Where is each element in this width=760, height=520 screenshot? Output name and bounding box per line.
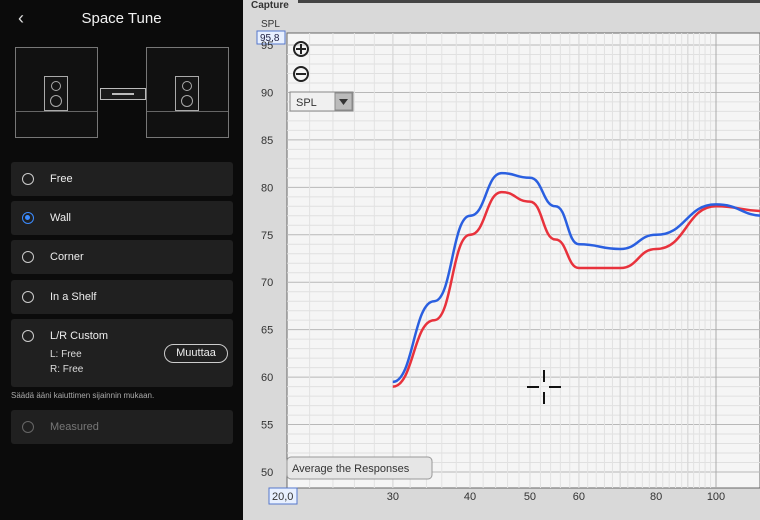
y-tick-label: 95 <box>261 40 273 52</box>
page-title: Space Tune <box>81 10 162 27</box>
spl-dropdown[interactable]: SPL <box>289 91 354 112</box>
radio-icon[interactable] <box>22 173 34 185</box>
x-tick-label: 60 <box>573 491 585 503</box>
speaker-icon <box>44 76 68 111</box>
y-tick-label: 75 <box>261 230 273 242</box>
option-wall[interactable]: Wall <box>11 201 233 235</box>
x-tick-label: 40 <box>464 491 476 503</box>
x-tick-label: 80 <box>650 491 662 503</box>
option-corner[interactable]: Corner <box>11 240 233 274</box>
y-tick-label: 70 <box>261 277 273 289</box>
radio-selected-icon[interactable] <box>22 212 34 224</box>
spl-label: SPL <box>261 19 280 30</box>
left-speaker-illustration <box>15 47 98 138</box>
average-button-label: Average the Responses <box>292 463 410 475</box>
speaker-icon <box>175 76 199 111</box>
x-tick-label: 50 <box>524 491 536 503</box>
left-setting: L: Free <box>50 349 82 360</box>
hint-text: Säädä ääni kaiuttimen sijainnin mukaan. <box>11 391 155 400</box>
y-tick-label: 50 <box>261 467 273 479</box>
right-setting: R: Free <box>50 364 84 375</box>
y-tick-label: 55 <box>261 420 273 432</box>
right-speaker-illustration <box>146 47 229 138</box>
radio-icon[interactable] <box>22 330 34 342</box>
option-lr-custom[interactable]: L/R Custom L: Free R: Free Muuttaa <box>11 319 233 387</box>
header: ‹ Space Tune <box>0 0 243 36</box>
freq-start-value[interactable]: 20,0 <box>272 491 293 503</box>
option-label: Free <box>50 173 73 185</box>
option-measured: Measured <box>11 410 233 444</box>
x-tick-label: 30 <box>387 491 399 503</box>
y-tick-label: 85 <box>261 135 273 147</box>
option-label: In a Shelf <box>50 291 97 303</box>
capture-tab[interactable]: Capture <box>251 0 289 11</box>
measurement-screen: Capture SPL 95,8 95 90 85 80 75 70 65 60 55 50 30… <box>243 0 760 520</box>
radio-icon <box>22 421 34 433</box>
average-responses-button[interactable]: Average the Responses <box>286 456 433 480</box>
option-label: Measured <box>50 421 99 433</box>
tv-unit-icon <box>100 84 146 104</box>
y-tick-label: 60 <box>261 372 273 384</box>
edit-button[interactable]: Muuttaa <box>164 344 228 363</box>
option-label: Wall <box>50 212 71 224</box>
spl-chart: Capture SPL 95,8 95908580757065605550 30… <box>243 0 760 520</box>
option-label: L/R Custom <box>50 330 109 342</box>
option-label: Corner <box>50 251 84 263</box>
option-free[interactable]: Free <box>11 162 233 196</box>
radio-icon[interactable] <box>22 291 34 303</box>
option-in-a-shelf[interactable]: In a Shelf <box>11 280 233 314</box>
zoom-in-icon[interactable] <box>293 41 309 57</box>
x-tick-label: 100 <box>707 491 725 503</box>
space-tune-panel: ‹ Space Tune Free Wall Corner In a Shelf… <box>0 0 243 520</box>
y-tick-label: 65 <box>261 325 273 337</box>
y-tick-label: 80 <box>261 182 273 194</box>
dropdown-value: SPL <box>296 97 317 109</box>
radio-icon[interactable] <box>22 251 34 263</box>
y-tick-label: 90 <box>261 87 273 99</box>
